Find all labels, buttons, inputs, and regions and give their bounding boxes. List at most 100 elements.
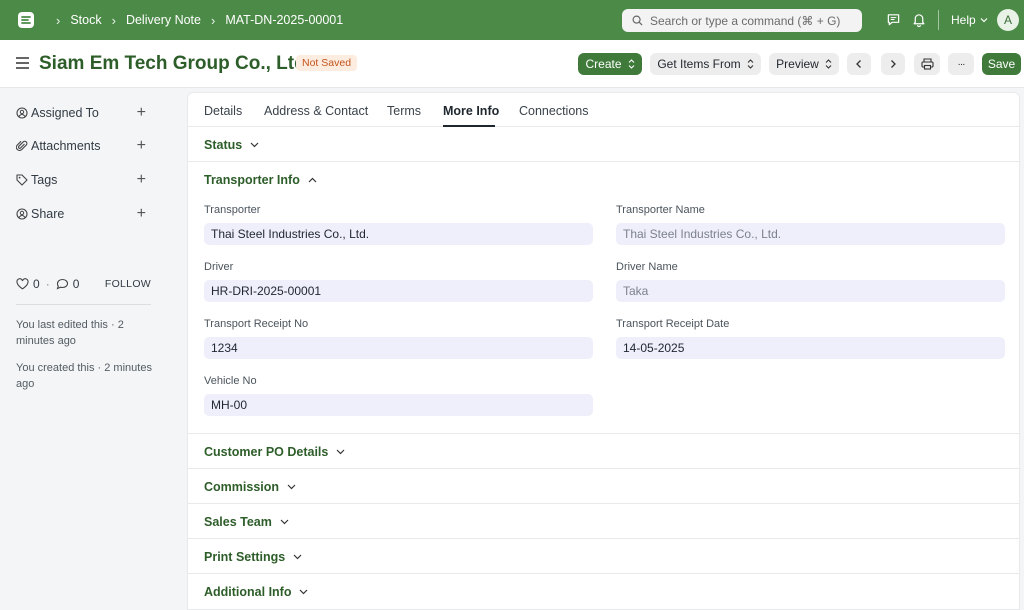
section-label: Additional Info bbox=[204, 585, 292, 599]
section-label: Transporter Info bbox=[204, 173, 300, 187]
last-edited-note: You last edited this · 2 minutes ago bbox=[16, 319, 124, 347]
chevron-down-icon bbox=[293, 554, 302, 560]
search-icon bbox=[632, 15, 643, 26]
vehicle-no-field[interactable]: MH-00 bbox=[204, 394, 593, 416]
assign-icon bbox=[16, 107, 28, 119]
chevron-right-icon bbox=[891, 60, 896, 68]
print-button[interactable] bbox=[914, 53, 940, 75]
chevron-up-icon bbox=[308, 177, 317, 183]
sidebar-item-label: Tags bbox=[31, 173, 58, 187]
plus-icon[interactable]: + bbox=[137, 104, 146, 122]
driver-label: Driver bbox=[204, 261, 234, 273]
plus-icon[interactable]: + bbox=[137, 171, 146, 189]
follow-button[interactable]: FOLLOW bbox=[105, 278, 151, 290]
app-logo-icon[interactable] bbox=[16, 10, 36, 30]
next-doc-button[interactable] bbox=[881, 53, 905, 75]
section-status[interactable]: Status bbox=[188, 127, 1019, 162]
get-items-label: Get Items From bbox=[657, 57, 741, 71]
create-button[interactable]: Create bbox=[578, 53, 642, 75]
avatar[interactable]: A bbox=[997, 9, 1019, 31]
plus-icon[interactable]: + bbox=[137, 137, 146, 155]
form-card: Details Address & Contact Terms More Inf… bbox=[187, 92, 1020, 610]
tab-connections[interactable]: Connections bbox=[519, 104, 589, 118]
previous-doc-button[interactable] bbox=[847, 53, 871, 75]
sidebar-item-tags[interactable]: Tags + bbox=[16, 171, 146, 189]
preview-button[interactable]: Preview bbox=[769, 53, 839, 75]
transport-receipt-date-field[interactable]: 14-05-2025 bbox=[616, 337, 1005, 359]
breadcrumb-stock[interactable]: Stock bbox=[70, 13, 101, 27]
page-title: Siam Em Tech Group Co., Ltd. bbox=[39, 53, 312, 74]
transporter-name-label: Transporter Name bbox=[616, 204, 705, 216]
section-title[interactable]: Print Settings bbox=[204, 550, 302, 564]
hamburger-menu-icon[interactable] bbox=[16, 57, 29, 72]
sidebar-item-attachments[interactable]: Attachments + bbox=[16, 137, 146, 155]
save-button[interactable]: Save bbox=[982, 53, 1021, 75]
transport-receipt-date-label: Transport Receipt Date bbox=[616, 318, 730, 330]
save-label: Save bbox=[987, 57, 1016, 71]
sidebar-item-label: Attachments bbox=[31, 139, 101, 153]
search-bar[interactable]: Search or type a command (⌘ + G) bbox=[622, 9, 862, 32]
help-label: Help bbox=[951, 13, 976, 27]
status-badge: Not Saved bbox=[296, 55, 358, 71]
section-title[interactable]: Additional Info bbox=[204, 585, 308, 599]
paperclip-icon bbox=[16, 140, 28, 151]
section-label: Sales Team bbox=[204, 515, 272, 529]
section-title[interactable]: Commission bbox=[204, 480, 296, 494]
search-placeholder: Search or type a command (⌘ + G) bbox=[650, 13, 841, 28]
chevron-down-icon bbox=[250, 142, 259, 148]
breadcrumb-document[interactable]: MAT-DN-2025-00001 bbox=[225, 13, 343, 27]
section-title[interactable]: Transporter Info bbox=[204, 173, 317, 187]
section-title[interactable]: Status bbox=[204, 138, 259, 152]
chevron-down-icon bbox=[280, 519, 289, 525]
sidebar-item-label: Share bbox=[31, 207, 65, 221]
section-title[interactable]: Customer PO Details bbox=[204, 445, 345, 459]
heart-icon[interactable] bbox=[16, 278, 29, 290]
chevron-down-icon bbox=[300, 589, 308, 595]
driver-field[interactable]: HR-DRI-2025-00001 bbox=[204, 280, 593, 302]
chat-icon[interactable] bbox=[886, 12, 901, 27]
sidebar-item-assigned-to[interactable]: Assigned To + bbox=[16, 104, 146, 122]
transport-receipt-no-field[interactable]: 1234 bbox=[204, 337, 593, 359]
preview-label: Preview bbox=[776, 57, 819, 71]
section-sales-team[interactable]: Sales Team bbox=[188, 504, 1019, 539]
engagement-stats: 0 · 0 FOLLOW bbox=[16, 277, 151, 291]
section-print-settings[interactable]: Print Settings bbox=[188, 539, 1019, 574]
create-label: Create bbox=[585, 57, 622, 71]
tab-terms[interactable]: Terms bbox=[387, 104, 421, 118]
transporter-label: Transporter bbox=[204, 204, 261, 216]
driver-name-field: Taka bbox=[616, 280, 1005, 302]
share-icon bbox=[16, 208, 28, 220]
bell-icon[interactable] bbox=[912, 12, 926, 27]
section-additional-info[interactable]: Additional Info bbox=[188, 574, 1019, 609]
likes-count: 0 bbox=[33, 277, 40, 291]
nav-divider bbox=[938, 10, 939, 30]
tab-more-info[interactable]: More Info bbox=[443, 104, 499, 118]
tab-details[interactable]: Details bbox=[204, 104, 242, 118]
updown-chevron-icon bbox=[747, 59, 754, 69]
tab-address-contact[interactable]: Address & Contact bbox=[264, 104, 368, 118]
breadcrumb-delivery-note[interactable]: Delivery Note bbox=[126, 13, 201, 27]
section-customer-po-details[interactable]: Customer PO Details bbox=[188, 434, 1019, 469]
page-header: Siam Em Tech Group Co., Ltd. Not Saved C… bbox=[0, 40, 1024, 88]
section-commission[interactable]: Commission bbox=[188, 469, 1019, 504]
ellipsis-icon: ··· bbox=[957, 58, 966, 70]
printer-icon bbox=[920, 58, 934, 70]
sidebar-item-share[interactable]: Share + bbox=[16, 205, 146, 223]
more-actions-button[interactable]: ··· bbox=[948, 53, 974, 75]
section-title[interactable]: Sales Team bbox=[204, 515, 289, 529]
section-label: Print Settings bbox=[204, 550, 286, 564]
chevron-right-icon: › bbox=[111, 12, 116, 28]
chevron-down-icon bbox=[287, 484, 296, 490]
comment-icon[interactable] bbox=[56, 278, 69, 290]
transporter-field[interactable]: Thai Steel Industries Co., Ltd. bbox=[204, 223, 593, 245]
breadcrumb: › Stock › Delivery Note › MAT-DN-2025-00… bbox=[46, 13, 343, 28]
get-items-from-button[interactable]: Get Items From bbox=[650, 53, 761, 75]
transport-receipt-no-label: Transport Receipt No bbox=[204, 318, 309, 330]
top-navbar: › Stock › Delivery Note › MAT-DN-2025-00… bbox=[0, 0, 1024, 40]
plus-icon[interactable]: + bbox=[137, 205, 146, 223]
comments-count: 0 bbox=[72, 277, 80, 291]
chevron-right-icon: › bbox=[56, 12, 61, 28]
form-tabs: Details Address & Contact Terms More Inf… bbox=[188, 93, 1019, 127]
help-menu[interactable]: Help bbox=[951, 13, 988, 27]
chevron-down-icon bbox=[980, 18, 988, 23]
